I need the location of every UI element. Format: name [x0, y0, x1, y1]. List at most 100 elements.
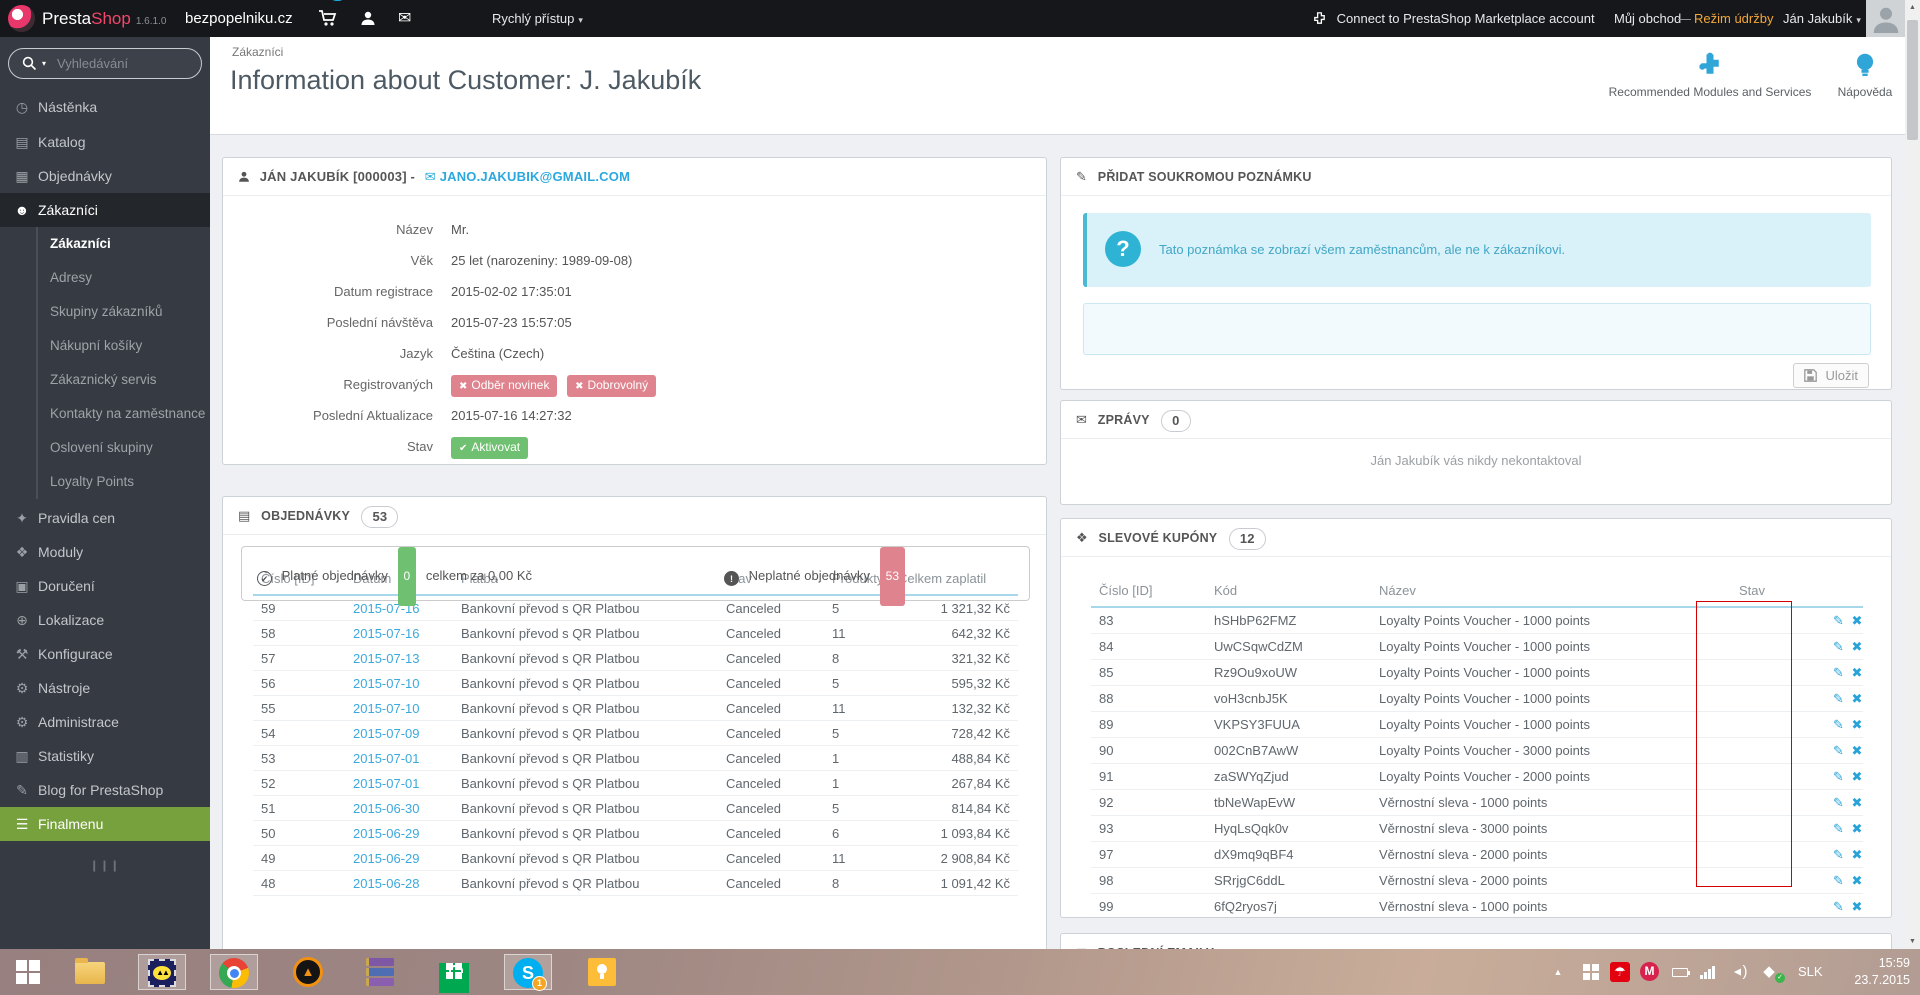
voucher-row[interactable]: 93 HyqLsQqk0v Věrnostní sleva - 3000 poi…	[1091, 815, 1863, 842]
voucher-row[interactable]: 89 VKPSY3FUUA Loyalty Points Voucher - 1…	[1091, 711, 1863, 738]
windows-store-button[interactable]	[430, 954, 478, 993]
edit-voucher-icon[interactable]: ✎	[1833, 847, 1844, 862]
delete-voucher-icon[interactable]: ✖	[1852, 717, 1863, 732]
edit-voucher-icon[interactable]: ✎	[1833, 873, 1844, 888]
scrollbar-thumb[interactable]	[1907, 20, 1918, 140]
winrar-button[interactable]	[356, 954, 404, 990]
sidebar-subitem-loyalty-points[interactable]: Loyalty Points	[38, 465, 210, 499]
my-shop-link[interactable]: Můj obchod	[1614, 0, 1681, 37]
user-menu[interactable]: Ján Jakubík ▾	[1783, 0, 1861, 37]
sidebar-item-price-rules[interactable]: ✦ Pravidla cen	[0, 501, 210, 535]
sidebar-subitem-groups[interactable]: Skupiny zákazníků	[38, 295, 210, 329]
optin-badge[interactable]: ✖ Dobrovolný	[567, 375, 657, 397]
delete-voucher-icon[interactable]: ✖	[1852, 847, 1863, 862]
delete-voucher-icon[interactable]: ✖	[1852, 639, 1863, 654]
tray-m-icon[interactable]: M	[1640, 949, 1664, 995]
sidebar-item-stats[interactable]: ▥ Statistiky	[0, 739, 210, 773]
voucher-row[interactable]: 83 hSHbP62FMZ Loyalty Points Voucher - 1…	[1091, 607, 1863, 634]
order-row[interactable]: 54 2015-07-09 Bankovní převod s QR Platb…	[253, 720, 1018, 746]
page-scrollbar[interactable]: ▲ ▼	[1905, 0, 1920, 949]
delete-voucher-icon[interactable]: ✖	[1852, 691, 1863, 706]
cart-button[interactable]: 54	[318, 0, 346, 37]
sidebar-subitem-contacts[interactable]: Kontakty na zaměstnance	[38, 397, 210, 431]
delete-voucher-icon[interactable]: ✖	[1852, 613, 1863, 628]
tray-avira-icon[interactable]: ☂	[1610, 949, 1634, 995]
customers-quick-button[interactable]	[360, 0, 376, 37]
delete-voucher-icon[interactable]: ✖	[1852, 743, 1863, 758]
chrome-button[interactable]	[210, 954, 258, 990]
scroll-down-arrow-icon[interactable]: ▼	[1905, 934, 1920, 949]
order-date-link[interactable]: 2015-06-29	[353, 851, 420, 866]
tray-dropbox-icon[interactable]: ◆ ✓	[1758, 949, 1785, 995]
language-indicator[interactable]: SLK	[1798, 949, 1823, 995]
edit-voucher-icon[interactable]: ✎	[1833, 795, 1844, 810]
order-date-link[interactable]: 2015-07-01	[353, 776, 420, 791]
delete-voucher-icon[interactable]: ✖	[1852, 665, 1863, 680]
avatar[interactable]	[1866, 0, 1905, 37]
edit-voucher-icon[interactable]: ✎	[1833, 743, 1844, 758]
messages-quick-button[interactable]: ✉	[398, 0, 411, 37]
recommended-modules-button[interactable]: Recommended Modules and Services	[1600, 51, 1820, 99]
sidebar-item-catalog[interactable]: ▤ Katalog	[0, 125, 210, 159]
sidebar-item-modules[interactable]: ❖ Moduly	[0, 535, 210, 569]
delete-voucher-icon[interactable]: ✖	[1852, 873, 1863, 888]
order-row[interactable]: 58 2015-07-16 Bankovní převod s QR Platb…	[253, 620, 1018, 646]
help-button[interactable]: Nápověda	[1830, 51, 1900, 99]
order-row[interactable]: 53 2015-07-01 Bankovní převod s QR Platb…	[253, 745, 1018, 771]
private-note-textarea[interactable]	[1083, 303, 1871, 355]
quick-access-dropdown[interactable]: Rychlý přístup ▾	[492, 0, 583, 37]
order-row[interactable]: 57 2015-07-13 Bankovní převod s QR Platb…	[253, 645, 1018, 671]
edit-voucher-icon[interactable]: ✎	[1833, 665, 1844, 680]
sidebar-item-shipping[interactable]: ▣ Doručení	[0, 569, 210, 603]
tray-expand-button[interactable]: ▲	[1548, 949, 1568, 995]
delete-voucher-icon[interactable]: ✖	[1852, 821, 1863, 836]
tray-battery-icon[interactable]	[1672, 949, 1694, 995]
save-note-button[interactable]: Uložit	[1792, 363, 1869, 388]
sidebar-item-finalmenu[interactable]: ☰ Finalmenu	[0, 807, 210, 841]
scroll-up-arrow-icon[interactable]: ▲	[1905, 0, 1920, 15]
breadcrumb[interactable]: Zákazníci	[232, 45, 283, 59]
voucher-row[interactable]: 88 voH3cnbJ5K Loyalty Points Voucher - 1…	[1091, 685, 1863, 712]
order-row[interactable]: 49 2015-06-29 Bankovní převod s QR Platb…	[253, 845, 1018, 871]
search-input[interactable]	[57, 50, 192, 77]
voucher-row[interactable]: 91 zaSWYqZjud Loyalty Points Voucher - 2…	[1091, 763, 1863, 790]
order-row[interactable]: 52 2015-07-01 Bankovní převod s QR Platb…	[253, 770, 1018, 796]
delete-voucher-icon[interactable]: ✖	[1852, 769, 1863, 784]
customer-email-link[interactable]: ✉ JANO.JAKUBIK@GMAIL.COM	[425, 169, 630, 184]
order-date-link[interactable]: 2015-07-16	[353, 626, 420, 641]
sidebar-item-tools[interactable]: ⚙ Nástroje	[0, 671, 210, 705]
order-row[interactable]: 48 2015-06-28 Bankovní převod s QR Platb…	[253, 870, 1018, 896]
voucher-row[interactable]: 99 6fQ2ryos7j Věrnostní sleva - 1000 poi…	[1091, 893, 1863, 920]
status-active-badge[interactable]: ✔ Aktivovat	[451, 437, 529, 459]
voucher-row[interactable]: 84 UwCSqwCdZM Loyalty Points Voucher - 1…	[1091, 633, 1863, 660]
order-row[interactable]: 55 2015-07-10 Bankovní převod s QR Platb…	[253, 695, 1018, 721]
sidebar-subitem-carts[interactable]: Nákupní košíky	[38, 329, 210, 363]
aimp-button[interactable]: ▲	[284, 954, 332, 990]
edit-voucher-icon[interactable]: ✎	[1833, 613, 1844, 628]
google-keep-button[interactable]	[578, 954, 626, 990]
order-date-link[interactable]: 2015-07-01	[353, 751, 420, 766]
edit-voucher-icon[interactable]: ✎	[1833, 899, 1844, 914]
tray-volume-icon[interactable]: ▲)	[1728, 949, 1750, 995]
order-row[interactable]: 51 2015-06-30 Bankovní převod s QR Platb…	[253, 795, 1018, 821]
maintenance-mode-link[interactable]: Režim údržby	[1694, 0, 1773, 37]
edit-voucher-icon[interactable]: ✎	[1833, 821, 1844, 836]
sidebar-search[interactable]: ▾	[8, 48, 202, 79]
order-date-link[interactable]: 2015-06-29	[353, 826, 420, 841]
marketplace-link[interactable]: Connect to PrestaShop Marketplace accoun…	[1312, 0, 1595, 37]
skype-button[interactable]: S1	[504, 954, 552, 991]
delete-voucher-icon[interactable]: ✖	[1852, 899, 1863, 914]
sidebar-subitem-customers[interactable]: Zákazníci	[38, 227, 210, 261]
order-row[interactable]: 50 2015-06-29 Bankovní převod s QR Platb…	[253, 820, 1018, 846]
search-scope-caret-icon[interactable]: ▾	[42, 49, 46, 78]
sidebar-item-preferences[interactable]: ⚒ Konfigurace	[0, 637, 210, 671]
sidebar-subitem-addresses[interactable]: Adresy	[38, 261, 210, 295]
sidebar-item-blog[interactable]: ✎ Blog for PrestaShop	[0, 773, 210, 807]
start-button[interactable]	[4, 954, 52, 990]
sidebar-item-customers[interactable]: ☻ Zákazníci	[0, 193, 210, 227]
edit-voucher-icon[interactable]: ✎	[1833, 639, 1844, 654]
newsletter-badge[interactable]: ✖ Odběr novinek	[451, 375, 558, 397]
voucher-row[interactable]: 97 dX9mq9qBF4 Věrnostní sleva - 2000 poi…	[1091, 841, 1863, 868]
order-date-link[interactable]: 2015-06-28	[353, 876, 420, 891]
edit-voucher-icon[interactable]: ✎	[1833, 691, 1844, 706]
